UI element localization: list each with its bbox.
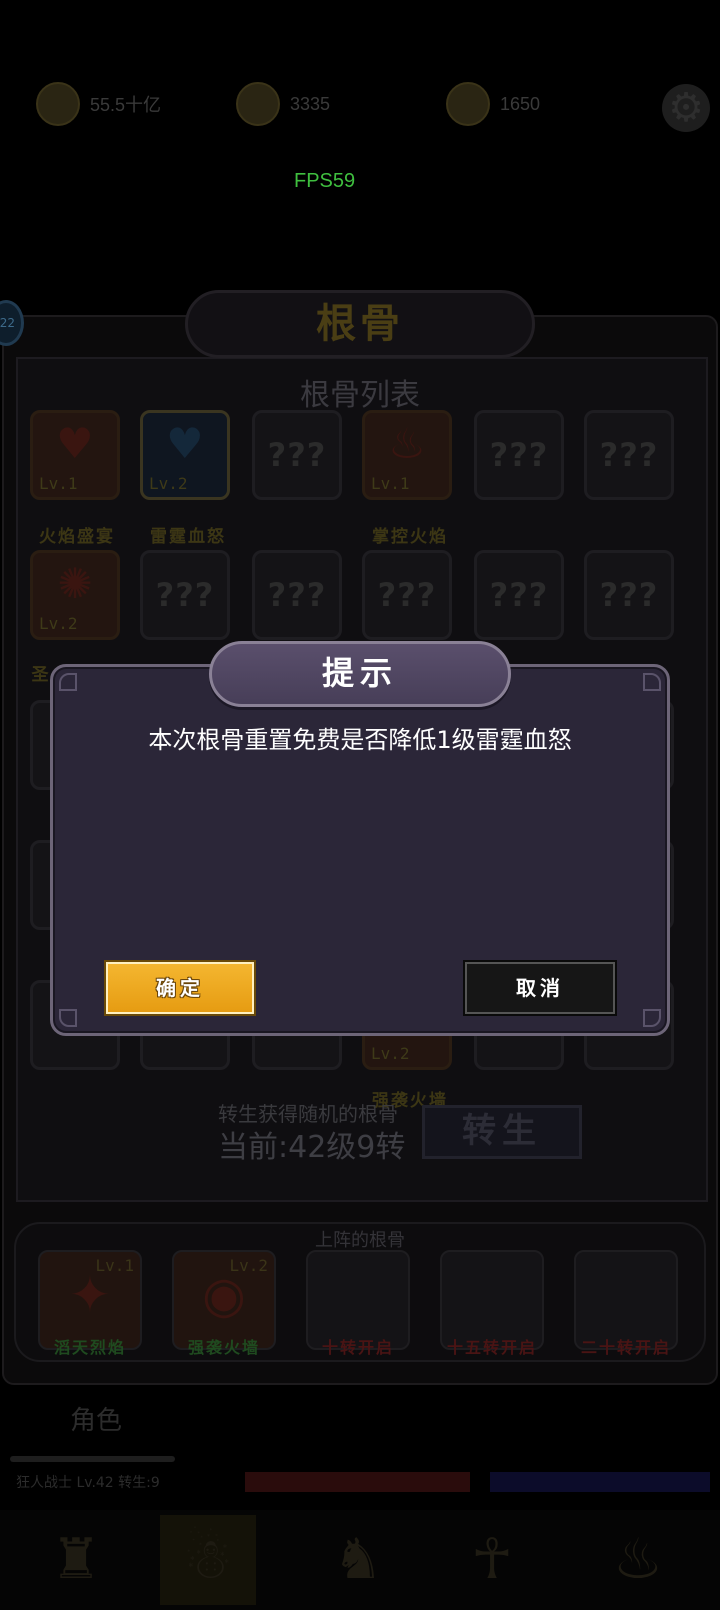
locked-label: ??? — [599, 576, 659, 614]
list-title: 根骨列表 — [300, 378, 420, 413]
coin-icon — [36, 82, 80, 126]
locked-label: ??? — [489, 436, 549, 474]
slot-level: Lv.2 — [371, 1044, 410, 1063]
bone-slot-locked[interactable]: ??? — [252, 550, 342, 640]
bone-slot-locked[interactable]: ??? — [140, 550, 230, 640]
slot-name: 雷霆血怒 — [150, 527, 226, 547]
broken-blue-heart-icon: ♥ — [166, 419, 204, 468]
bone-slot-locked[interactable]: ??? — [474, 550, 564, 640]
locked-label: ??? — [377, 576, 437, 614]
deployed-name: 十转开启 — [321, 1338, 394, 1357]
reborn-current: 当前:42级9转 — [218, 1130, 406, 1165]
flaming-heart-icon: ♥ — [56, 419, 94, 468]
deployed-name: 滔天烈焰 — [53, 1338, 126, 1357]
scroll-icon — [446, 82, 490, 126]
gear-icon[interactable]: ⚙ — [662, 84, 710, 132]
locked-label: ??? — [267, 436, 327, 474]
panel-title-plate: 根骨 — [185, 290, 535, 358]
bone-slot-thunder-rage[interactable]: ♥ Lv.2 — [140, 410, 230, 500]
gold-value: 55.5十亿 — [90, 95, 162, 115]
bone-slot-locked[interactable]: ??? — [252, 410, 342, 500]
deployed-name: 十五转开启 — [446, 1338, 537, 1357]
flame-icon: ♨ — [388, 419, 426, 468]
gem-pile-icon — [236, 82, 280, 126]
confirm-button[interactable]: 确定 — [106, 962, 254, 1014]
dialog-corner-ornament — [643, 1009, 661, 1027]
currency-scroll: 1650 — [446, 82, 540, 126]
gem-value: 3335 — [290, 93, 331, 114]
dialog-title-plate: 提示 — [209, 641, 511, 707]
locked-label: ??? — [489, 576, 549, 614]
nav-hat-icon[interactable]: ♜ — [28, 1515, 124, 1605]
cancel-button[interactable]: 取消 — [465, 962, 615, 1014]
bone-slot-locked[interactable]: ??? — [474, 410, 564, 500]
bone-slot-locked[interactable]: ??? — [362, 550, 452, 640]
tab-character[interactable]: 角色 — [70, 1400, 122, 1437]
deployed-title: 上阵的根骨 — [315, 1230, 405, 1251]
slot-level: Lv.2 — [149, 474, 188, 493]
dialog-corner-ornament — [59, 1009, 77, 1027]
deployed-name: 二十转开启 — [580, 1338, 671, 1357]
bone-slot-locked[interactable]: ??? — [584, 550, 674, 640]
panel-title: 根骨 — [316, 300, 404, 347]
slot-level: Lv.1 — [39, 474, 78, 493]
dialog-corner-ornament — [643, 673, 661, 691]
currency-gold: 55.5十亿 — [36, 82, 161, 126]
fps-counter: FPS59 — [294, 170, 356, 192]
slot-level: Lv.2 — [39, 614, 78, 633]
tab-underline — [10, 1456, 175, 1462]
slot-level: Lv.1 — [371, 474, 410, 493]
dialog-corner-ornament — [59, 673, 77, 691]
dialog-title: 提示 — [321, 654, 398, 692]
bone-slot-fire-feast[interactable]: ♥ Lv.1 — [30, 410, 120, 500]
bottom-tabs: 角色 — [0, 1400, 720, 1450]
bone-slot-control-fire[interactable]: ♨ Lv.1 — [362, 410, 452, 500]
currency-bar: 55.5十亿 3335 1650 ⚙ — [0, 70, 720, 140]
nav-pet-icon[interactable]: ♞ — [310, 1515, 406, 1605]
nav-character-icon[interactable]: ☃ — [160, 1515, 256, 1605]
scroll-value: 1650 — [500, 93, 541, 114]
locked-label: ??? — [267, 576, 327, 614]
deployed-level: Lv.2 — [229, 1256, 268, 1275]
slot-name: 掌控火焰 — [372, 527, 448, 547]
currency-gem: 3335 — [236, 82, 330, 126]
fire-rune-icon: ✺ — [57, 559, 93, 608]
deployed-name: 强袭火墙 — [187, 1338, 260, 1357]
player-status: 狂人战士 Lv.42 转生:9 — [16, 1475, 160, 1491]
bone-slot-locked[interactable]: ??? — [584, 410, 674, 500]
locked-label: ??? — [155, 576, 215, 614]
reborn-button[interactable]: 转生 — [422, 1105, 582, 1159]
dialog-message: 本次根骨重置免费是否降低1级雷霆血怒 — [148, 726, 572, 754]
deployed-level: Lv.1 — [95, 1256, 134, 1275]
locked-label: ??? — [599, 436, 659, 474]
mp-bar — [490, 1472, 710, 1492]
bone-slot-fire-rune[interactable]: ✺ Lv.2 — [30, 550, 120, 640]
nav-meditate-icon[interactable]: ☥ — [444, 1515, 540, 1605]
hp-bar — [245, 1472, 470, 1492]
slot-name: 火焰盛宴 — [39, 527, 115, 547]
nav-cauldron-icon[interactable]: ♨ — [590, 1515, 686, 1605]
